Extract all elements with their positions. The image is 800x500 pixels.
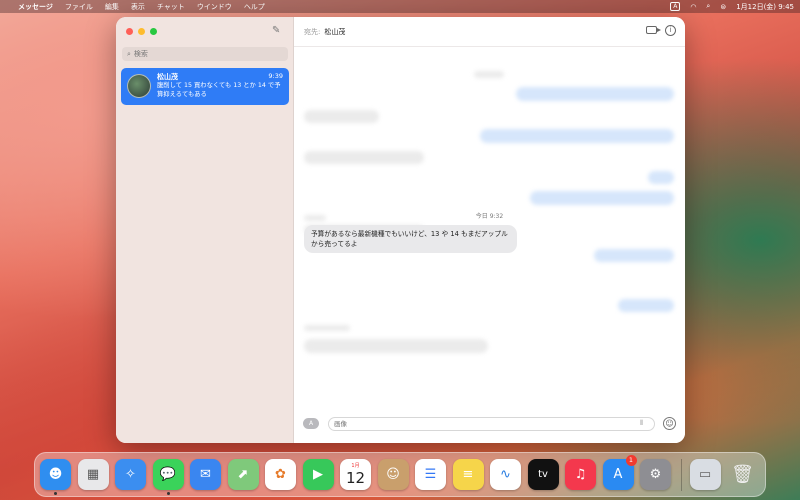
menu-help[interactable]: ヘルプ <box>244 2 265 12</box>
app-store-icon[interactable]: A1 <box>602 455 637 490</box>
photos-icon[interactable]: ✿ <box>265 459 296 490</box>
blurred-timestamp <box>474 71 504 78</box>
search-field[interactable]: ⌕ 検索 <box>122 47 288 61</box>
conversation-preview: 腹削して 15 買わなくても 13 とか 14 で予算抑えるてもある <box>157 82 281 98</box>
reminders-icon[interactable]: ☰ <box>415 459 446 490</box>
music-icon[interactable]: ♫ <box>565 459 596 490</box>
safari-icon[interactable]: ✧ <box>115 459 146 490</box>
blurred-message <box>480 129 674 143</box>
conversation-header: 宛先: 松山茂 i <box>294 17 685 47</box>
blurred-message <box>648 171 674 184</box>
emoji-icon[interactable]: ☺ <box>663 417 676 430</box>
finder-icon[interactable]: ☻ <box>40 459 71 495</box>
launchpad-icon[interactable]: ▦ <box>77 459 109 490</box>
blurred-message <box>530 191 674 205</box>
search-icon: ⌕ <box>127 49 131 58</box>
control-center-icon[interactable]: ⊜ <box>720 3 726 11</box>
avatar <box>127 74 151 98</box>
blurred-message <box>304 325 350 331</box>
conversation-pane: 宛先: 松山茂 i 今日 9:32 予算があるなら最新機種でもいいけど、13 や… <box>294 17 685 443</box>
messages-window: ✎ ⌕ 検索 松山茂 9:39 腹削して 15 買わなくても 13 とか 14 … <box>116 17 685 443</box>
blurred-message <box>516 87 674 101</box>
compose-icon[interactable]: ✎ <box>272 25 284 37</box>
conversation-time: 9:39 <box>268 72 283 80</box>
search-placeholder: 検索 <box>133 50 148 58</box>
messages-icon[interactable]: 💬 <box>152 459 184 495</box>
conversation-name: 松山茂 <box>157 73 178 81</box>
audio-message-icon[interactable]: ⦀ <box>640 419 643 428</box>
input-source-indicator[interactable]: A <box>670 2 681 11</box>
system-settings-icon[interactable]: ⚙ <box>640 459 671 490</box>
contacts-icon[interactable]: ☺ <box>377 459 409 490</box>
close-button[interactable] <box>126 28 133 35</box>
dock: ☻ ▦ ✧ 💬 ✉ ⬈ ✿ ▶ 1月 12 ☺ ☰ ≡ ∿ tv ♫ A1 ⚙ … <box>34 452 766 497</box>
blurred-message <box>594 249 674 262</box>
received-message-bubble[interactable]: 予算があるなら最新機種でもいいけど、13 や 14 もまだアップルから売ってるよ <box>304 225 517 253</box>
recipient-name[interactable]: 松山茂 <box>324 27 345 37</box>
wifi-icon[interactable]: ◠ <box>690 3 696 11</box>
blurred-message <box>304 110 379 123</box>
notification-badge: 1 <box>625 455 637 466</box>
info-icon[interactable]: i <box>665 25 676 36</box>
notes-icon[interactable]: ≡ <box>452 459 484 490</box>
spotlight-search-icon[interactable]: ⌕ <box>706 2 710 11</box>
menu-window[interactable]: ウインドウ <box>197 2 232 12</box>
message-transcript[interactable]: 今日 9:32 予算があるなら最新機種でもいいけど、13 や 14 もまだアップ… <box>294 47 685 407</box>
composer: A ⦀ ☺ <box>294 413 685 443</box>
running-indicator <box>166 492 170 495</box>
minimize-button[interactable] <box>138 28 145 35</box>
video-call-icon[interactable] <box>646 26 661 34</box>
blurred-message <box>304 339 488 353</box>
menu-app-name[interactable]: メッセージ <box>18 2 53 12</box>
tv-icon[interactable]: tv <box>527 459 559 490</box>
menu-view[interactable]: 表示 <box>131 2 145 12</box>
message-timestamp: 今日 9:32 <box>475 213 504 220</box>
sidebar: ✎ ⌕ 検索 松山茂 9:39 腹削して 15 買わなくても 13 とか 14 … <box>116 17 294 443</box>
calendar-day: 12 <box>345 469 366 487</box>
calendar-icon[interactable]: 1月 12 <box>340 459 371 490</box>
menu-chat[interactable]: チャット <box>157 2 185 12</box>
maps-icon[interactable]: ⬈ <box>227 459 259 490</box>
message-input[interactable] <box>328 417 655 431</box>
facetime-icon[interactable]: ▶ <box>302 459 334 490</box>
running-indicator <box>54 492 57 495</box>
blurred-message <box>618 299 674 312</box>
zoom-button[interactable] <box>150 28 157 35</box>
dock-separator <box>680 458 682 491</box>
menu-clock[interactable]: 1月12日(金) 9:45 <box>736 2 794 12</box>
blurred-message <box>304 151 424 164</box>
trash-icon[interactable]: 🗑 <box>727 459 758 490</box>
to-label: 宛先: <box>304 27 321 36</box>
conversation-item[interactable]: 松山茂 9:39 腹削して 15 買わなくても 13 とか 14 で予算抑えるて… <box>121 68 289 105</box>
menu-bar: メッセージ ファイル 編集 表示 チャット ウインドウ ヘルプ A ◠ ⌕ ⊜ … <box>0 0 800 13</box>
freeform-icon[interactable]: ∿ <box>490 459 521 490</box>
menu-edit[interactable]: 編集 <box>105 2 119 12</box>
mail-icon[interactable]: ✉ <box>190 459 221 490</box>
screenshot-folder-icon[interactable]: ▭ <box>689 459 721 490</box>
menu-file[interactable]: ファイル <box>65 2 93 12</box>
apps-button[interactable]: A <box>303 418 319 429</box>
window-controls <box>126 28 157 35</box>
